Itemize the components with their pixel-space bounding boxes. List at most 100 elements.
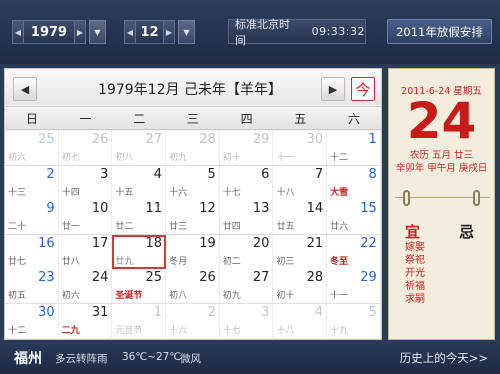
lunar-label: 十三 bbox=[8, 187, 27, 198]
day-cell[interactable]: 8 大雪 bbox=[327, 165, 381, 200]
lunar-line-1: 农历 五月 廿三 bbox=[409, 150, 474, 161]
day-cell[interactable]: 28 初十 bbox=[273, 269, 328, 303]
day-cell[interactable]: 14 廿五 bbox=[273, 200, 328, 234]
next-month-icon[interactable]: ▶ bbox=[321, 77, 345, 101]
year-spinner[interactable]: ◀ 1979 ▶ ▼ bbox=[12, 20, 106, 44]
lunar-label: 廿九 bbox=[115, 256, 134, 267]
day-number: 26 bbox=[199, 270, 216, 285]
day-cell[interactable]: 19 冬月 bbox=[166, 234, 220, 269]
almanac-lunar: 农历 五月 廿三 辛卯年 甲午月 庚戌日 bbox=[389, 149, 494, 175]
day-cell[interactable]: 3 十七 bbox=[219, 303, 274, 338]
month-spinner[interactable]: ◀ 12 ▶ ▼ bbox=[124, 20, 195, 44]
binder-ring-icon bbox=[403, 190, 410, 206]
day-cell[interactable]: 24 初六 bbox=[58, 269, 113, 303]
yi-item: 求嗣 bbox=[405, 294, 425, 305]
day-cell[interactable]: 7 十八 bbox=[273, 165, 328, 200]
holiday-schedule-button[interactable]: 2011年放假安排 bbox=[387, 19, 492, 44]
day-cell[interactable]: 17 廿八 bbox=[58, 234, 113, 269]
lunar-label: 初六 bbox=[61, 291, 80, 301]
day-cell[interactable]: 4 十五 bbox=[112, 165, 167, 200]
prev-month-icon[interactable]: ◀ bbox=[13, 77, 37, 101]
day-number: 13 bbox=[252, 201, 270, 216]
weather-text: 多云转阵雨 bbox=[55, 353, 108, 365]
day-cell[interactable]: 26 初八 bbox=[166, 269, 220, 303]
lunar-label: 十二 bbox=[330, 153, 349, 163]
lunar-label: 十六 bbox=[169, 187, 188, 198]
day-cell[interactable]: 1 十二 bbox=[327, 131, 381, 165]
day-cell[interactable]: 5 十九 bbox=[327, 303, 381, 338]
today-button[interactable]: 今 bbox=[351, 77, 375, 101]
day-cell[interactable]: 11 廿二 bbox=[112, 200, 167, 234]
day-cell[interactable]: 2 十六 bbox=[166, 303, 220, 338]
lunar-label: 廿二 bbox=[115, 222, 134, 232]
day-cell[interactable]: 2 十三 bbox=[5, 165, 59, 200]
beijing-time: 标准北京时间 09:33:32 bbox=[228, 18, 366, 47]
day-cell[interactable]: 21 初三 bbox=[273, 234, 328, 269]
weekday-label: 四 bbox=[240, 111, 253, 126]
day-cell[interactable]: 23 初五 bbox=[5, 269, 59, 303]
day-cell[interactable]: 29 十一 bbox=[327, 269, 381, 303]
day-cell[interactable]: 16 廿七 bbox=[5, 234, 59, 269]
calendar-title: 1979年12月 己未年【羊年】 bbox=[98, 82, 282, 98]
lunar-label: 初三 bbox=[276, 256, 295, 267]
almanac-panel: 2011-6-24 星期五 24 农历 五月 廿三 辛卯年 甲午月 庚戌日 宜 … bbox=[388, 68, 495, 340]
day-cell[interactable]: 30 十二 bbox=[5, 303, 59, 338]
year-dropdown-icon[interactable]: ▼ bbox=[89, 20, 106, 44]
year-value[interactable]: 1979 bbox=[24, 20, 74, 44]
day-number: 11 bbox=[145, 201, 163, 216]
day-number: 14 bbox=[306, 201, 324, 216]
city-name[interactable]: 福州 bbox=[14, 348, 42, 368]
day-cell[interactable]: 4 十八 bbox=[273, 303, 328, 338]
month-value[interactable]: 12 bbox=[136, 20, 163, 44]
day-cell[interactable]: 29 初十 bbox=[219, 131, 274, 165]
day-number: 27 bbox=[145, 132, 163, 147]
day-cell[interactable]: 25 圣诞节 bbox=[112, 269, 167, 303]
lunar-label: 廿五 bbox=[276, 222, 295, 232]
day-cell[interactable]: 9 二十 bbox=[5, 200, 59, 234]
day-cell[interactable]: 20 初二 bbox=[219, 234, 274, 269]
day-cell[interactable]: 26 初七 bbox=[58, 131, 113, 165]
temperature-text: 36℃~27℃ bbox=[122, 351, 182, 363]
lunar-label: 二十 bbox=[8, 222, 27, 232]
day-cell[interactable]: 6 十七 bbox=[219, 165, 274, 200]
day-cell[interactable]: 22 冬至 bbox=[327, 234, 381, 269]
almanac-day: 24 bbox=[406, 92, 477, 150]
lunar-label: 大雪 bbox=[330, 187, 349, 198]
day-cell[interactable]: 31 二九 bbox=[58, 303, 113, 338]
lunar-label: 冬至 bbox=[330, 256, 349, 267]
day-cell[interactable]: 27 初八 bbox=[112, 131, 167, 165]
lunar-label: 初七 bbox=[61, 153, 80, 163]
lunar-label: 十七 bbox=[222, 187, 241, 198]
lunar-label: 廿七 bbox=[8, 256, 27, 267]
month-next-arrow-icon[interactable]: ▶ bbox=[163, 20, 175, 44]
day-number: 20 bbox=[252, 235, 270, 251]
yi-item: 祭祀 bbox=[405, 255, 425, 266]
day-cell[interactable]: 3 十四 bbox=[58, 165, 113, 200]
day-cell[interactable]: 10 廿一 bbox=[58, 200, 113, 234]
yi-item: 开光 bbox=[405, 268, 425, 279]
day-cell[interactable]: 1 元旦节 bbox=[112, 303, 167, 338]
day-cell[interactable]: 30 十一 bbox=[273, 131, 328, 165]
lunar-label: 十一 bbox=[330, 291, 349, 301]
day-cell[interactable]: 12 廿三 bbox=[166, 200, 220, 234]
yi-item: 嫁娶 bbox=[405, 242, 425, 253]
lunar-line-2: 辛卯年 甲午月 庚戌日 bbox=[395, 163, 488, 174]
day-cell[interactable]: 27 初九 bbox=[219, 269, 274, 303]
lunar-label: 冬月 bbox=[169, 256, 188, 267]
year-next-arrow-icon[interactable]: ▶ bbox=[74, 20, 86, 44]
day-cell[interactable]: 25 初六 bbox=[5, 131, 59, 165]
day-cell[interactable]: 15 廿六 bbox=[327, 200, 381, 234]
day-cell[interactable]: 28 初九 bbox=[166, 131, 220, 165]
day-number: 28 bbox=[199, 132, 216, 147]
history-today-link[interactable]: 历史上的今天>> bbox=[400, 350, 488, 366]
day-cell-selected[interactable]: 18 廿九 bbox=[112, 234, 167, 269]
day-number: 17 bbox=[91, 235, 109, 251]
day-cell[interactable]: 13 廿四 bbox=[219, 200, 274, 234]
weekday-label: 一 bbox=[79, 111, 92, 126]
day-cell[interactable]: 5 十六 bbox=[166, 165, 220, 200]
month-dropdown-icon[interactable]: ▼ bbox=[178, 20, 195, 44]
week-row: 23 初五 24 初六 25 圣诞节 26 初八 27 初九 28 初十 29 十一 bbox=[5, 269, 381, 304]
month-prev-arrow-icon[interactable]: ◀ bbox=[124, 20, 136, 44]
year-prev-arrow-icon[interactable]: ◀ bbox=[12, 20, 24, 44]
weekday-label: 五 bbox=[294, 111, 307, 126]
